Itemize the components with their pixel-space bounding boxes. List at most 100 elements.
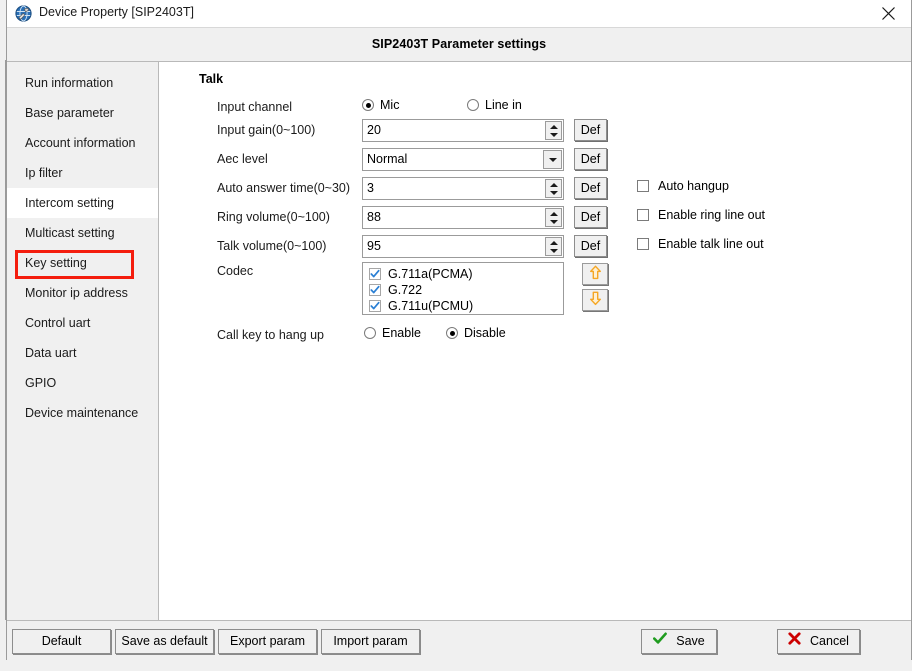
sidebar-item-label: Control uart [25, 316, 91, 330]
sidebar-item-label: Data uart [25, 346, 77, 360]
export-param-button[interactable]: Export param [218, 629, 317, 654]
label-codec: Codec [217, 264, 254, 278]
aec-level-select[interactable]: Normal [362, 148, 564, 171]
codec-list[interactable]: G.711a(PCMA) G.722 G.711u(PCMU) [362, 262, 564, 315]
sidebar-item-multicast-setting[interactable]: Multicast setting [7, 218, 158, 248]
radio-call-key-disable[interactable]: Disable [446, 326, 506, 340]
save-button[interactable]: Save [641, 629, 717, 654]
auto-answer-time-stepper[interactable] [545, 179, 562, 198]
codec-list-item[interactable]: G.711u(PCMU) [369, 298, 563, 314]
checkbox-enable-talk-line-out[interactable]: Enable talk line out [637, 237, 764, 251]
sidebar-item-label: Key setting [25, 256, 87, 270]
window-title: Device Property [SIP2403T] [39, 5, 194, 19]
sidebar-item-monitor-ip-address[interactable]: Monitor ip address [7, 278, 158, 308]
cancel-button-label: Cancel [810, 634, 849, 648]
label-aec-level: Aec level [217, 152, 268, 166]
codec-list-item[interactable]: G.722 [369, 282, 563, 298]
header-band: SIP2403T Parameter settings [7, 28, 911, 62]
radio-label: Mic [380, 98, 400, 112]
radio-input-channel-mic[interactable]: Mic [362, 98, 399, 112]
radio-dot-icon [446, 327, 458, 339]
import-param-button[interactable]: Import param [321, 629, 420, 654]
checkbox-label: Enable talk line out [658, 237, 764, 251]
checkbox-label: Enable ring line out [658, 208, 766, 222]
checkbox-icon [637, 238, 649, 250]
stepper-down-icon[interactable] [546, 217, 561, 226]
chevron-down-icon[interactable] [543, 150, 562, 169]
codec-move-down-button[interactable] [582, 289, 608, 311]
auto-answer-time-field[interactable]: 3 [362, 177, 564, 200]
checkbox-label: Auto hangup [658, 179, 729, 193]
checkbox-checked-icon[interactable] [369, 268, 381, 280]
auto-answer-time-default-button[interactable]: Def [574, 177, 607, 199]
radio-label: Line in [485, 98, 522, 112]
close-icon[interactable] [865, 0, 911, 27]
default-button[interactable]: Default [12, 629, 111, 654]
sidebar-item-key-setting[interactable]: Key setting [7, 248, 158, 278]
input-gain-stepper[interactable] [545, 121, 562, 140]
radio-dot-icon [467, 99, 479, 111]
group-title-talk: Talk [199, 72, 224, 86]
sidebar-item-ip-filter[interactable]: Ip filter [7, 158, 158, 188]
codec-list-item[interactable]: G.711a(PCMA) [369, 266, 563, 282]
label-auto-answer-time: Auto answer time(0~30) [217, 181, 351, 195]
aec-level-value: Normal [367, 152, 408, 166]
radio-dot-icon [362, 99, 374, 111]
checkbox-auto-hangup[interactable]: Auto hangup [637, 179, 729, 193]
save-as-default-button[interactable]: Save as default [115, 629, 214, 654]
label-input-gain: Input gain(0~100) [217, 123, 316, 137]
cancel-button[interactable]: Cancel [777, 629, 860, 654]
stepper-down-icon[interactable] [546, 246, 561, 255]
sidebar-item-label: Monitor ip address [25, 286, 128, 300]
save-button-label: Save [676, 634, 705, 648]
label-ring-volume: Ring volume(0~100) [217, 210, 330, 224]
sidebar-item-control-uart[interactable]: Control uart [7, 308, 158, 338]
radio-dot-icon [364, 327, 376, 339]
input-gain-field[interactable]: 20 [362, 119, 564, 142]
stepper-down-icon[interactable] [546, 130, 561, 139]
talk-volume-stepper[interactable] [545, 237, 562, 256]
checkbox-checked-icon[interactable] [369, 284, 381, 296]
page-title: SIP2403T Parameter settings [371, 37, 547, 51]
label-input-channel: Input channel [217, 100, 293, 114]
codec-item-label: G.711a(PCMA) [388, 267, 473, 281]
talk-volume-value: 95 [367, 239, 381, 253]
radio-call-key-enable[interactable]: Enable [364, 326, 421, 340]
radio-input-channel-line-in[interactable]: Line in [467, 98, 522, 112]
sidebar-item-device-maintenance[interactable]: Device maintenance [7, 398, 158, 428]
codec-move-up-button[interactable] [582, 263, 608, 285]
checkbox-checked-icon[interactable] [369, 300, 381, 312]
network-tools-icon [15, 5, 32, 22]
sidebar-item-label: GPIO [25, 376, 57, 390]
ring-volume-field[interactable]: 88 [362, 206, 564, 229]
ring-volume-default-button[interactable]: Def [574, 206, 607, 228]
sidebar-item-label: Multicast setting [25, 226, 115, 240]
sidebar-item-intercom-setting[interactable]: Intercom setting [7, 188, 158, 218]
sidebar-item-gpio[interactable]: GPIO [7, 368, 158, 398]
sidebar-item-account-information[interactable]: Account information [7, 128, 158, 158]
input-gain-value: 20 [367, 123, 381, 137]
sidebar-item-label: Intercom setting [25, 196, 114, 210]
talk-volume-field[interactable]: 95 [362, 235, 564, 258]
sidebar-item-run-information[interactable]: Run information [7, 68, 158, 98]
arrow-down-icon [589, 291, 602, 309]
arrow-up-icon [589, 265, 602, 283]
radio-label: Enable [382, 326, 421, 340]
settings-pane: Talk Input channel Mic Line in Input gai… [159, 62, 911, 620]
checkbox-icon [637, 180, 649, 192]
sidebar-item-label: Run information [25, 76, 114, 90]
sidebar-item-data-uart[interactable]: Data uart [7, 338, 158, 368]
stepper-down-icon[interactable] [546, 188, 561, 197]
codec-item-label: G.722 [388, 283, 423, 297]
checkbox-enable-ring-line-out[interactable]: Enable ring line out [637, 208, 765, 222]
input-gain-default-button[interactable]: Def [574, 119, 607, 141]
device-property-dialog: Device Property [SIP2403T] SIP2403T Para… [6, 0, 912, 661]
footer-button-bar: Default Save as default Export param Imp… [7, 620, 911, 661]
sidebar-item-base-parameter[interactable]: Base parameter [7, 98, 158, 128]
ring-volume-stepper[interactable] [545, 208, 562, 227]
checkbox-icon [637, 209, 649, 221]
aec-level-default-button[interactable]: Def [574, 148, 607, 170]
talk-volume-default-button[interactable]: Def [574, 235, 607, 257]
cross-icon [788, 630, 801, 653]
sidebar-item-label: Account information [25, 136, 136, 150]
